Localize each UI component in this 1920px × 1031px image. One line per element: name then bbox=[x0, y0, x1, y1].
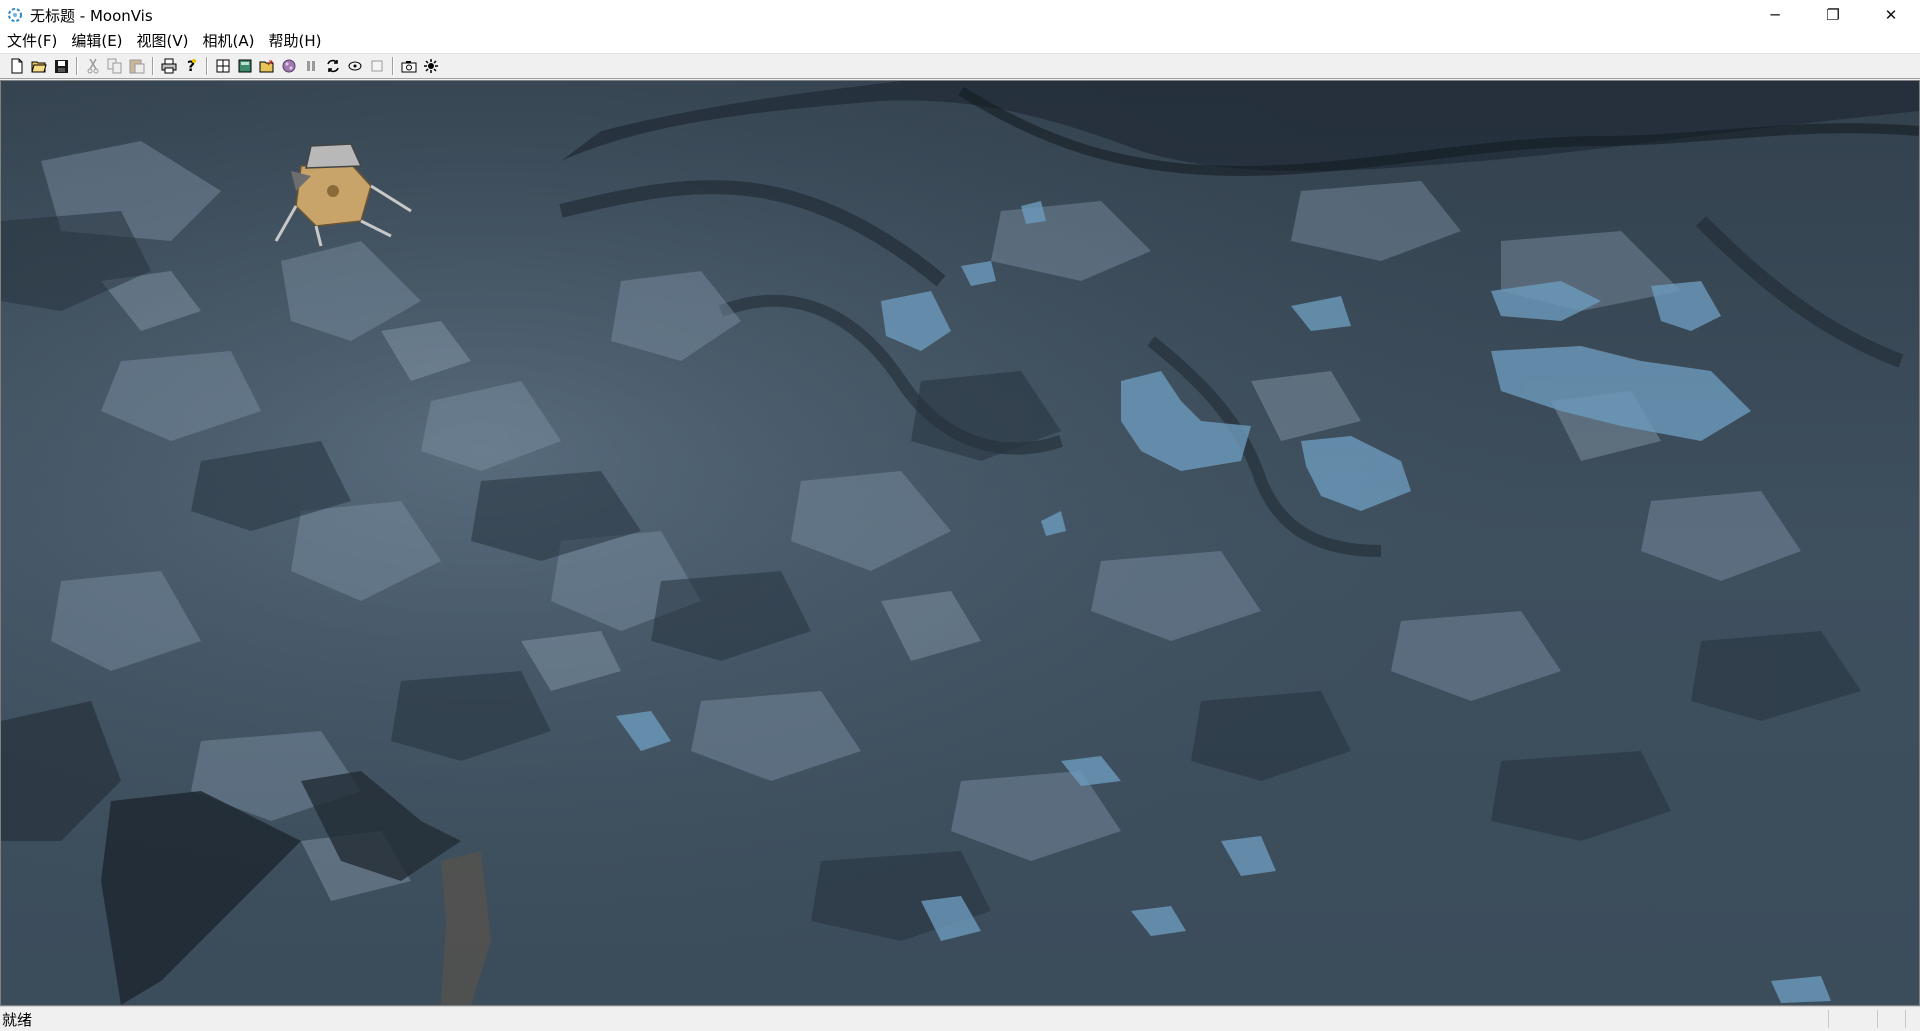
title-bar: 无标题 - MoonVis ─ ❐ ✕ bbox=[0, 0, 1920, 30]
help-button[interactable]: ? bbox=[181, 56, 201, 76]
frame-button[interactable] bbox=[367, 56, 387, 76]
toolbar-separator bbox=[206, 57, 208, 75]
camera-button[interactable] bbox=[399, 56, 419, 76]
print-button[interactable] bbox=[159, 56, 179, 76]
minimize-icon: ─ bbox=[1770, 6, 1780, 24]
toolbar-separator bbox=[392, 57, 394, 75]
menu-help[interactable]: 帮助(H) bbox=[261, 30, 328, 53]
grid-icon bbox=[216, 59, 230, 73]
save-button[interactable] bbox=[51, 56, 71, 76]
close-button[interactable]: ✕ bbox=[1862, 0, 1920, 30]
menu-edit[interactable]: 编辑(E) bbox=[64, 30, 129, 53]
status-pane bbox=[1905, 1010, 1906, 1028]
lunar-surface-render bbox=[1, 81, 1919, 1005]
toolbar-separator bbox=[152, 57, 154, 75]
copy-icon bbox=[107, 58, 122, 74]
panel-icon bbox=[238, 59, 252, 73]
sun-icon bbox=[424, 59, 438, 73]
pause-icon bbox=[307, 61, 315, 71]
toolbar-separator bbox=[76, 57, 78, 75]
grid-button[interactable] bbox=[213, 56, 233, 76]
menu-bar: 文件(F) 编辑(E) 视图(V) 相机(A) 帮助(H) bbox=[0, 30, 1920, 54]
status-bar: 就绪 bbox=[0, 1006, 1920, 1031]
refresh-icon bbox=[327, 59, 339, 73]
orbit-icon bbox=[348, 61, 362, 71]
toolbar: ? bbox=[0, 54, 1920, 79]
camera-icon bbox=[401, 61, 417, 73]
3d-viewport[interactable] bbox=[0, 80, 1920, 1006]
texture-button[interactable] bbox=[279, 56, 299, 76]
sun-button[interactable] bbox=[421, 56, 441, 76]
status-pane bbox=[1877, 1010, 1878, 1028]
open-button[interactable] bbox=[29, 56, 49, 76]
folder-load-button[interactable] bbox=[257, 56, 277, 76]
new-icon bbox=[11, 58, 23, 74]
menu-file[interactable]: 文件(F) bbox=[0, 30, 64, 53]
copy-button[interactable] bbox=[105, 56, 125, 76]
texture-icon bbox=[282, 59, 296, 73]
help-icon: ? bbox=[187, 59, 196, 74]
open-icon bbox=[31, 61, 47, 73]
window-controls: ─ ❐ ✕ bbox=[1746, 0, 1920, 30]
restore-icon: ❐ bbox=[1826, 6, 1840, 24]
folder-load-icon bbox=[259, 60, 274, 73]
menu-view[interactable]: 视图(V) bbox=[130, 30, 196, 53]
close-icon: ✕ bbox=[1884, 6, 1898, 24]
moonvis-icon bbox=[6, 6, 24, 24]
pause-button[interactable] bbox=[301, 56, 321, 76]
save-icon bbox=[54, 59, 68, 73]
menu-camera[interactable]: 相机(A) bbox=[196, 30, 262, 53]
orbit-button[interactable] bbox=[345, 56, 365, 76]
status-pane bbox=[1828, 1010, 1829, 1028]
window-title: 无标题 - MoonVis bbox=[30, 6, 153, 25]
refresh-button[interactable] bbox=[323, 56, 343, 76]
paste-icon bbox=[129, 59, 145, 74]
restore-button[interactable]: ❐ bbox=[1804, 0, 1862, 30]
cut-icon bbox=[87, 58, 99, 74]
new-button[interactable] bbox=[7, 56, 27, 76]
status-text: 就绪 bbox=[2, 1010, 33, 1029]
paste-button[interactable] bbox=[127, 56, 147, 76]
minimize-button[interactable]: ─ bbox=[1746, 0, 1804, 30]
cut-button[interactable] bbox=[83, 56, 103, 76]
panel-button[interactable] bbox=[235, 56, 255, 76]
frame-icon bbox=[371, 60, 383, 72]
print-icon bbox=[161, 58, 177, 74]
